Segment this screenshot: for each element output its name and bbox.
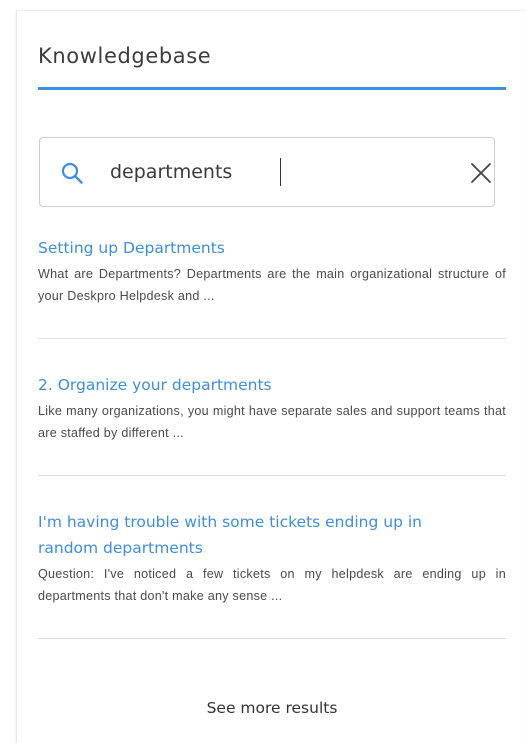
result-item: I'm having trouble with some tickets end… [38, 509, 506, 607]
result-divider [38, 338, 506, 339]
search-results: Setting up Departments What are Departme… [38, 235, 506, 672]
result-item: Setting up Departments What are Departme… [38, 235, 506, 307]
text-caret [280, 158, 281, 186]
title-underline [38, 87, 506, 90]
result-title-link[interactable]: I'm having trouble with some tickets end… [38, 509, 478, 561]
close-icon[interactable] [470, 162, 492, 184]
result-snippet: Like many organizations, you might have … [38, 404, 506, 440]
search-input[interactable] [110, 156, 410, 188]
panel-title: Knowledgebase [38, 44, 212, 68]
result-divider [38, 475, 506, 476]
search-box[interactable] [39, 137, 495, 207]
see-more-results-link[interactable]: See more results [38, 695, 506, 721]
knowledgebase-panel: Knowledgebase Setting up Departments Wha… [16, 10, 526, 743]
result-title-link[interactable]: 2. Organize your departments [38, 372, 506, 398]
result-item: 2. Organize your departments Like many o… [38, 372, 506, 444]
search-icon [61, 162, 83, 184]
result-snippet: What are Departments? Departments are th… [38, 267, 506, 303]
result-snippet: Question: I've noticed a few tickets on … [38, 567, 506, 603]
result-divider [38, 638, 506, 639]
result-title-link[interactable]: Setting up Departments [38, 235, 506, 261]
